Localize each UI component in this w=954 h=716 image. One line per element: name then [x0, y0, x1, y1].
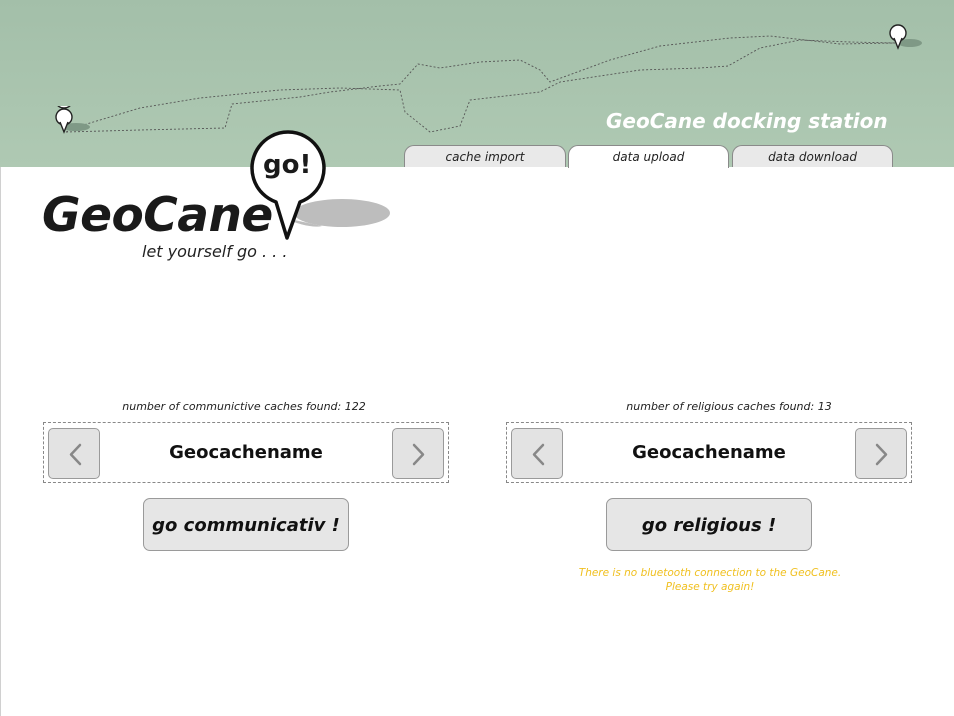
bluetooth-error-message: There is no bluetooth connection to the … — [555, 566, 865, 594]
logo-go-text: go! — [263, 150, 312, 180]
communicative-prev-button[interactable] — [48, 428, 100, 479]
communicative-count-label: number of communictive caches found: 122 — [122, 400, 366, 413]
religious-prev-button[interactable] — [511, 428, 563, 479]
communicative-cache-name: Geocachename — [169, 442, 323, 463]
chevron-right-icon — [875, 443, 888, 466]
station-title: GeoCane docking station — [606, 109, 888, 133]
tab-data-download[interactable]: data download — [732, 145, 893, 167]
communicative-cache-selector: Geocachename — [43, 422, 449, 483]
religious-cache-name: Geocachename — [632, 442, 786, 463]
communicative-next-button[interactable] — [392, 428, 444, 479]
chevron-left-icon — [532, 443, 545, 466]
chevron-left-icon — [69, 443, 82, 466]
go-religious-button[interactable]: go religious ! — [606, 498, 812, 551]
logo-wordmark: GeoCane — [42, 188, 273, 243]
logo-tagline: let yourself go . . . — [142, 242, 288, 261]
religious-cache-selector: Geocachename — [506, 422, 912, 483]
go-communicative-button[interactable]: go communicativ ! — [143, 498, 349, 551]
tab-cache-import[interactable]: cache import — [404, 145, 566, 167]
error-line-1: There is no bluetooth connection to the … — [578, 567, 842, 579]
error-line-2: Please try again! — [665, 581, 755, 593]
religious-count-label: number of religious caches found: 13 — [626, 400, 832, 413]
religious-next-button[interactable] — [855, 428, 907, 479]
chevron-right-icon — [412, 443, 425, 466]
tab-data-upload[interactable]: data upload — [568, 145, 729, 168]
map-pin-icon — [889, 24, 922, 50]
